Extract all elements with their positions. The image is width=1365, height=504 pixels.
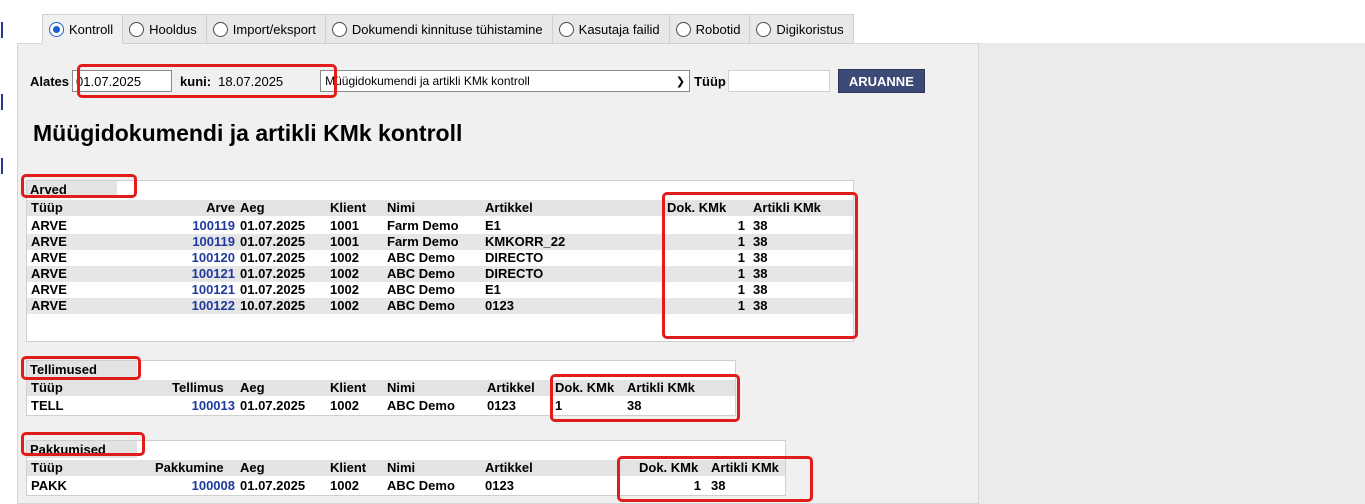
radio-icon[interactable] bbox=[756, 21, 772, 37]
tab-digikoristus[interactable]: Digikoristus bbox=[750, 14, 854, 44]
document-link[interactable]: 100013 bbox=[177, 398, 235, 413]
table-row: ARVE 100122 10.07.2025 1002 ABC Demo 0123 1 38 bbox=[27, 298, 853, 314]
document-link[interactable]: 100121 bbox=[177, 266, 235, 281]
from-date-input[interactable] bbox=[72, 70, 173, 92]
table-header: Tüüp Pakkumine Aeg Klient Nimi Artikkel … bbox=[27, 460, 785, 476]
right-empty-area bbox=[979, 43, 1365, 504]
left-edge bbox=[0, 0, 3, 504]
section-title-tellimused: Tellimused bbox=[27, 361, 137, 378]
filter-bar: Alates kuni: Müügidokumendi ja artikli K… bbox=[30, 67, 925, 95]
section-title-pakkumised: Pakkumised bbox=[27, 441, 137, 458]
document-link[interactable]: 100008 bbox=[177, 478, 235, 493]
table-row: ARVE 100120 01.07.2025 1002 ABC Demo DIRECTO 1… bbox=[31, 250, 768, 265]
type-label: Tüüp bbox=[694, 73, 726, 89]
pakkumised-table: Pakkumised Tüüp Pakkumine Aeg Klient Nim… bbox=[26, 440, 786, 496]
document-link[interactable]: 100120 bbox=[177, 250, 235, 265]
tab-robotid[interactable]: Robotid bbox=[669, 14, 751, 44]
table-row: ARVE 100119 01.07.2025 1001 Farm Demo E1 1 38 bbox=[31, 218, 768, 233]
table-row: ARVE 100121 01.07.2025 1002 ABC Demo E1 1 38 bbox=[31, 282, 768, 297]
arved-table: Arved Tüüp Arve Aeg Klient Nimi Artikkel… bbox=[26, 180, 854, 342]
section-title-arved: Arved bbox=[27, 181, 117, 198]
type-input[interactable] bbox=[727, 70, 830, 92]
radio-icon[interactable] bbox=[212, 21, 228, 37]
table-header: Tüüp Arve Aeg Klient Nimi Artikkel Dok. … bbox=[27, 200, 853, 216]
table-header: Tüüp Tellimus Aeg Klient Nimi Artikkel D… bbox=[27, 380, 735, 396]
report-button[interactable]: ARUANNE bbox=[837, 69, 925, 93]
to-date-input[interactable] bbox=[214, 70, 305, 92]
radio-selected-icon[interactable] bbox=[49, 21, 64, 37]
table-row: ARVE 100121 01.07.2025 1002 ABC Demo DIRECTO 1… bbox=[27, 266, 853, 282]
document-link[interactable]: 100121 bbox=[177, 282, 235, 297]
from-label: Alates bbox=[30, 73, 70, 89]
tab-bar: Kontroll Hooldus Import/eksport Dokumend… bbox=[42, 14, 854, 44]
radio-icon[interactable] bbox=[558, 21, 574, 37]
tab-hooldus[interactable]: Hooldus bbox=[123, 14, 207, 44]
document-link[interactable]: 100119 bbox=[177, 234, 235, 249]
page-title: Müügidokumendi ja artikli KMk kontroll bbox=[33, 120, 463, 146]
radio-icon[interactable] bbox=[129, 21, 145, 37]
radio-icon[interactable] bbox=[675, 21, 691, 37]
tab-import-eksport[interactable]: Import/eksport bbox=[206, 14, 326, 44]
tab-kontroll[interactable]: Kontroll bbox=[42, 14, 124, 44]
to-label: kuni: bbox=[180, 73, 212, 89]
table-row: PAKK 100008 01.07.2025 1002 ABC Demo 012… bbox=[31, 478, 726, 493]
document-link[interactable]: 100122 bbox=[177, 298, 235, 313]
tellimused-table: Tellimused Tüüp Tellimus Aeg Klient Nimi… bbox=[26, 360, 736, 416]
chevron-down-icon: ❯ bbox=[675, 75, 686, 88]
table-row: TELL 100013 01.07.2025 1002 ABC Demo 012… bbox=[31, 398, 642, 413]
report-select[interactable]: Müügidokumendi ja artikli KMk kontroll ❯ bbox=[320, 70, 691, 92]
document-link[interactable]: 100119 bbox=[177, 218, 235, 233]
tab-kasutaja-failid[interactable]: Kasutaja failid bbox=[552, 14, 670, 44]
tab-dokumendi-kinnituse-tuhistamine[interactable]: Dokumendi kinnituse tühistamine bbox=[325, 14, 553, 44]
table-row: ARVE 100119 01.07.2025 1001 Farm Demo KMKORR_… bbox=[27, 234, 853, 250]
radio-icon[interactable] bbox=[331, 21, 347, 37]
